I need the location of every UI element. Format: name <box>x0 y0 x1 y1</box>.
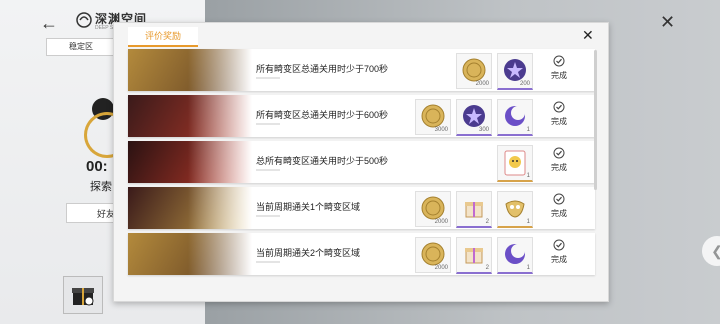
reward-row: 所有畸变区总通关用时少于600秒 3000 300 1 完成 <box>128 95 595 137</box>
explore-label: 探索 <box>90 181 112 193</box>
reward-item[interactable]: 2 <box>456 237 492 274</box>
reward-row: 所有畸变区总通关用时少于700秒 2000 200 完成 <box>128 49 595 91</box>
reward-item[interactable]: 2 <box>456 191 492 228</box>
row-description: 当前周期通关2个畸变区域 <box>256 248 361 258</box>
close-icon[interactable]: ✕ <box>660 12 675 33</box>
reward-quantity: 2000 <box>475 81 489 87</box>
reward-row: 当前周期通关1个畸变区域 2000 2 1 完成 <box>128 187 595 229</box>
row-banner-image <box>128 95 252 137</box>
row-subline <box>256 77 280 79</box>
check-circle-icon <box>553 239 565 251</box>
row-banner-image <box>128 141 252 183</box>
reward-item[interactable]: 1 <box>497 191 533 228</box>
row-subline <box>256 261 280 263</box>
rating-rewards-panel: 评价奖励 ✕ 所有畸变区总通关用时少于700秒 2000 200 完成 所有畸变区总通关… <box>113 22 609 302</box>
check-circle-icon <box>553 55 565 67</box>
reward-item[interactable]: 3000 <box>415 99 451 135</box>
row-banner-image <box>128 187 252 229</box>
reward-quantity: 2 <box>485 265 489 271</box>
reward-item[interactable]: 2000 <box>456 53 492 89</box>
check-circle-icon <box>553 147 565 159</box>
row-description: 所有畸变区总通关用时少于600秒 <box>256 110 389 120</box>
reward-quantity: 1 <box>526 219 530 225</box>
abyss-logo-icon <box>76 12 92 28</box>
reward-item[interactable]: 200 <box>497 53 533 90</box>
panel-close-icon[interactable]: ✕ <box>582 27 594 44</box>
row-subline <box>256 215 280 217</box>
scrollbar[interactable] <box>594 50 597 190</box>
status-label: 完成 <box>551 71 567 80</box>
reward-quantity: 1 <box>526 173 530 179</box>
reward-item[interactable]: 300 <box>456 99 492 136</box>
gift-button[interactable] <box>63 276 103 314</box>
reward-quantity: 200 <box>519 81 530 87</box>
status-complete: 完成 <box>544 55 574 81</box>
reward-item[interactable]: 2000 <box>415 191 451 227</box>
row-description: 所有畸变区总通关用时少于700秒 <box>256 64 389 74</box>
status-label: 完成 <box>551 163 567 172</box>
gift-icon <box>72 288 94 306</box>
tab-rating-rewards[interactable]: 评价奖励 <box>128 27 198 47</box>
zone-tab[interactable]: 稳定区 <box>46 38 116 56</box>
reward-item[interactable]: 1 <box>497 145 533 182</box>
status-complete: 完成 <box>544 239 574 265</box>
status-label: 完成 <box>551 209 567 218</box>
reward-quantity: 3000 <box>434 127 448 133</box>
back-arrow-icon[interactable]: ← <box>40 12 62 34</box>
reward-quantity: 2000 <box>434 265 448 271</box>
reward-quantity: 1 <box>526 127 530 133</box>
row-description: 总所有畸变区通关用时少于500秒 <box>256 156 389 166</box>
reward-item[interactable]: 1 <box>497 99 533 136</box>
reward-quantity: 1 <box>526 265 530 271</box>
row-description: 当前周期通关1个畸变区域 <box>256 202 361 212</box>
status-label: 完成 <box>551 255 567 264</box>
row-subline <box>256 169 280 171</box>
reward-row: 当前周期通关2个畸变区域 2000 2 1 完成 <box>128 233 595 275</box>
row-subline <box>256 123 280 125</box>
row-banner-image <box>128 49 252 91</box>
row-banner-image <box>128 233 252 275</box>
reward-quantity: 2 <box>485 219 489 225</box>
reward-row: 总所有畸变区通关用时少于500秒 1 完成 <box>128 141 595 183</box>
check-circle-icon <box>553 193 565 205</box>
reward-item[interactable]: 2000 <box>415 237 451 273</box>
reward-quantity: 300 <box>478 127 489 133</box>
status-complete: 完成 <box>544 101 574 127</box>
status-label: 完成 <box>551 117 567 126</box>
status-complete: 完成 <box>544 193 574 219</box>
reward-quantity: 2000 <box>434 219 448 225</box>
timer-text: 00: <box>86 158 108 175</box>
status-complete: 完成 <box>544 147 574 173</box>
reward-item[interactable]: 1 <box>497 237 533 274</box>
check-circle-icon <box>553 101 565 113</box>
